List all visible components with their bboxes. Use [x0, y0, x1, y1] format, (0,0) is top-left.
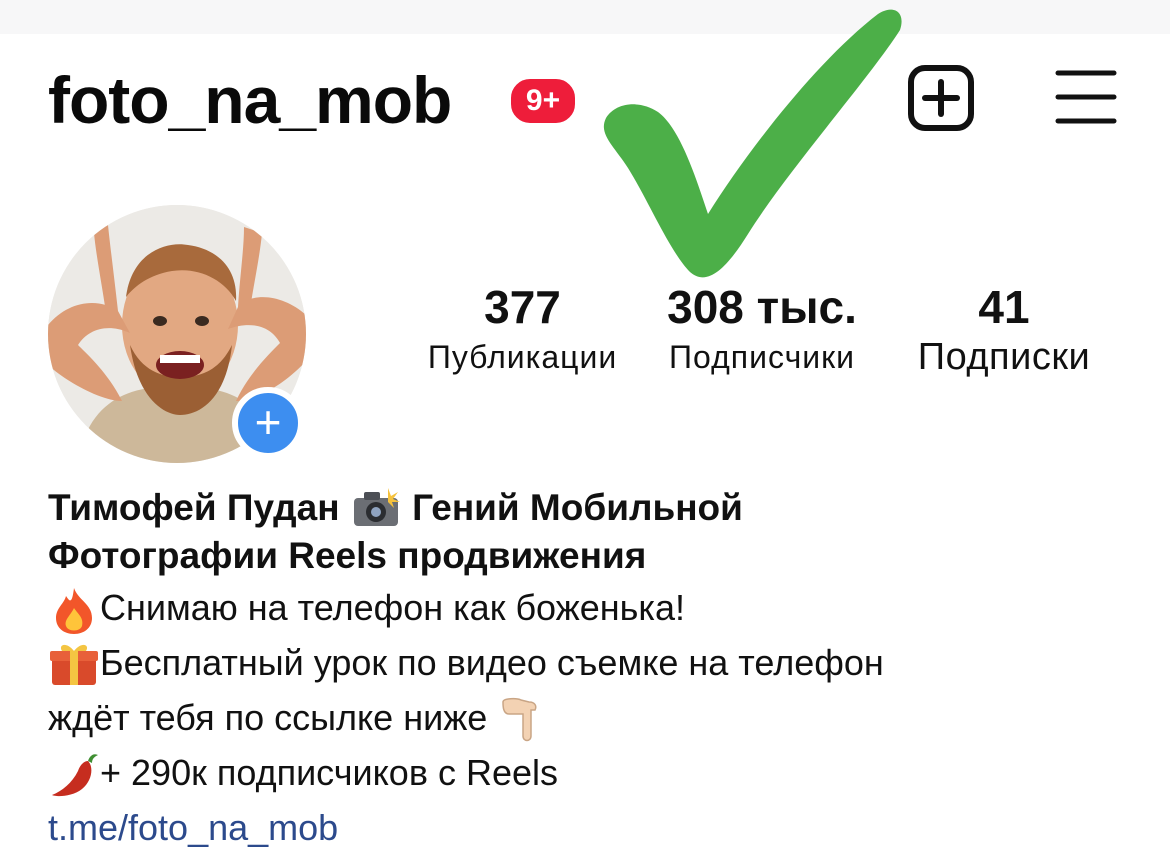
stat-posts[interactable]: 377 Публикации	[410, 282, 635, 382]
bio-line-4: + 290к подписчиков с Reels	[48, 745, 1148, 800]
username-title[interactable]: foto_na_mob	[48, 62, 452, 138]
bio-name-line2: Фотографии Reels продвижения	[48, 535, 647, 576]
profile-bio: Тимофей Пудан Гений Мобильной Фотографии…	[48, 484, 1148, 855]
bio-name-part2: Гений Мобильной	[412, 487, 743, 528]
following-label: Подписки	[917, 336, 1091, 378]
profile-header: foto_na_mob 9+	[0, 34, 1170, 164]
add-story-button[interactable]: +	[232, 387, 304, 459]
following-count: 41	[978, 281, 1030, 333]
posts-count: 377	[484, 281, 561, 333]
plus-square-icon	[908, 65, 974, 131]
gift-icon	[48, 641, 100, 685]
bio-line-2: Бесплатный урок по видео съемке на телеф…	[48, 635, 1148, 690]
hot-pepper-icon	[48, 751, 100, 797]
plus-icon: +	[254, 396, 282, 448]
bio-line-3: ждёт тебя по ссылке ниже	[48, 690, 1148, 745]
bio-line-1: Снимаю на телефон как боженька!	[48, 580, 1148, 635]
pointing-down-icon	[497, 696, 549, 742]
bio-external-link[interactable]: t.me/foto_na_mob	[48, 800, 1148, 855]
camera-flash-icon	[350, 486, 402, 528]
menu-button[interactable]	[1052, 64, 1120, 130]
hamburger-menu-icon	[1055, 70, 1117, 124]
followers-count: 308 тыс.	[667, 281, 857, 333]
bio-line-4-text: + 290к подписчиков с Reels	[100, 752, 558, 793]
bio-display-name: Тимофей Пудан Гений Мобильной	[48, 484, 1148, 532]
bio-line-1-text: Снимаю на телефон как боженька!	[100, 587, 685, 628]
bio-line-3-text: ждёт тебя по ссылке ниже	[48, 697, 488, 738]
status-bar-strip	[0, 0, 1170, 34]
bio-name-part1: Тимофей Пудан	[48, 487, 340, 528]
posts-label: Публикации	[427, 339, 618, 375]
stat-followers[interactable]: 308 тыс. Подписчики	[646, 282, 878, 382]
new-post-button[interactable]	[905, 62, 977, 134]
followers-label: Подписчики	[668, 339, 856, 375]
bio-line-2-text: Бесплатный урок по видео съемке на телеф…	[100, 642, 884, 683]
stat-following[interactable]: 41 Подписки	[898, 282, 1110, 382]
notification-badge[interactable]: 9+	[508, 76, 578, 126]
fire-icon	[48, 586, 100, 634]
